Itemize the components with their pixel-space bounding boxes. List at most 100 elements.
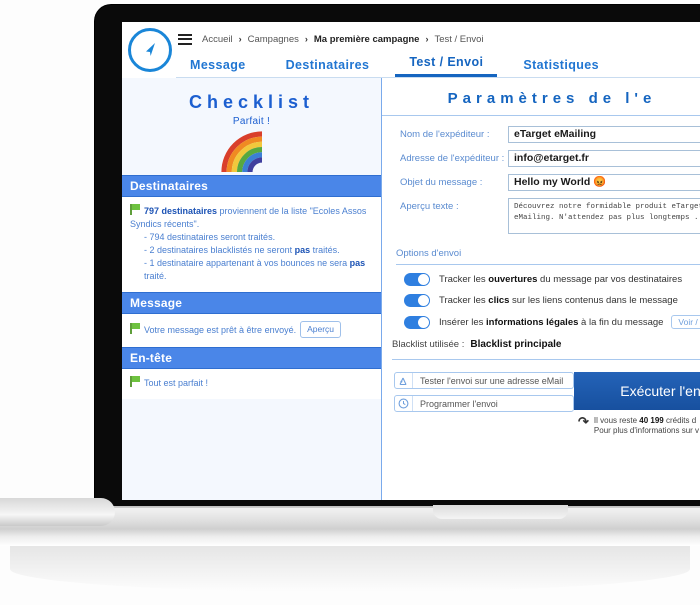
preview-text-textarea[interactable]: Découvrez notre formidable produit eTarg… (508, 198, 700, 234)
entete-status-text: Tout est parfait ! (144, 378, 209, 388)
laptop-trackpad-notch (433, 505, 568, 519)
tab-bar: Message Destinataires Test / Envoi Stati… (176, 50, 700, 78)
refresh-icon: ↷ (578, 414, 589, 429)
label-sender-name: Nom de l'expéditeur : (400, 129, 490, 140)
form-row-sender-address: Adresse de l'expéditeur : (382, 150, 700, 167)
breadcrumb-item-test-envoi: Test / Envoi (434, 33, 484, 45)
label-sender-address: Adresse de l'expéditeur : (400, 153, 505, 164)
breadcrumb-separator: › (238, 34, 242, 44)
option-text-pre: Insérer les (439, 317, 486, 328)
page-title: Paramètres de l'e (447, 90, 657, 107)
form-row-preview-text: Aperçu texte : Découvrez notre formidabl… (382, 198, 700, 234)
checklist-header: Checklist Parfait ! (122, 78, 381, 175)
toggle-track-clicks[interactable] (404, 294, 430, 307)
breadcrumb-separator: › (425, 34, 429, 44)
credits-info: ↷ Il vous reste 40 199 crédits d Pour pl… (578, 414, 699, 436)
credits-line1-post: crédits d (663, 416, 697, 425)
tab-statistiques[interactable]: Statistiques (509, 58, 613, 77)
credits-text: Il vous reste 40 199 crédits d Pour plus… (594, 416, 699, 436)
green-flag-icon (130, 204, 140, 215)
blacklist-row: Blacklist utilisée : Blacklist principal… (382, 339, 700, 350)
blacklist-label: Blacklist utilisée : (392, 339, 465, 350)
option-text-pre: Tracker les (439, 295, 489, 306)
option-text-post: à la fin du message (578, 317, 664, 328)
detail-text: - 794 destinataires seront traités. (144, 232, 276, 242)
option-row-track-clicks: Tracker les clics sur les liens contenus… (382, 294, 700, 307)
option-label-track-clicks: Tracker les clics sur les liens contenus… (439, 295, 678, 306)
sender-address-input[interactable] (508, 150, 700, 167)
checklist-main-line: Votre message est prêt à être envoyé. Ape… (130, 321, 373, 338)
tab-message[interactable]: Message (176, 58, 260, 77)
content-area: Checklist Parfait ! Destinataires 797 de… (122, 78, 700, 500)
blacklist-value[interactable]: Blacklist principale (470, 339, 561, 350)
green-flag-icon (130, 376, 140, 387)
credits-amount: 40 199 (639, 416, 664, 425)
checklist-detail-line: - 794 destinataires seront traités. (130, 231, 373, 244)
toggle-knob (418, 295, 429, 306)
breadcrumb-item-accueil[interactable]: Accueil (202, 34, 233, 45)
toggle-knob (418, 274, 429, 285)
option-row-legal-info: Insérer les informations légales à la fi… (382, 315, 700, 329)
credits-line2: Pour plus d'informations sur v (593, 426, 700, 435)
clock-icon (395, 396, 413, 411)
option-text-bold: ouvertures (488, 274, 538, 285)
breadcrumb-item-campagne[interactable]: Ma première campagne (314, 34, 420, 45)
application-window: Accueil › Campagnes › Ma première campag… (122, 22, 700, 500)
option-row-track-opens: Tracker les ouvertures du message par vo… (382, 273, 700, 286)
toggle-knob (418, 316, 429, 328)
view-modify-legal-button[interactable]: Voir / Mo (671, 315, 700, 329)
breadcrumb-item-campagnes[interactable]: Campagnes (248, 34, 299, 45)
checklist-section-header-destinataires: Destinataires (122, 175, 381, 197)
option-text-bold: clics (488, 295, 510, 306)
tab-destinataires[interactable]: Destinataires (272, 58, 384, 77)
label-preview-text: Aperçu texte : (400, 201, 459, 212)
app-logo[interactable] (128, 28, 172, 72)
detail-text: - 1 destinataire appartenant à vos bounc… (144, 258, 350, 268)
checklist-section-header-entete: En-tête (122, 347, 381, 369)
options-divider (396, 264, 700, 265)
option-label-legal-info: Insérer les informations légales à la fi… (439, 315, 700, 329)
subject-input[interactable] (508, 174, 700, 191)
checklist-section-body-message: Votre message est prêt à être envoyé. Ape… (122, 314, 381, 347)
checklist-section-body-destinataires: 797 destinataires proviennent de la list… (122, 197, 381, 292)
blacklist-divider (392, 359, 700, 360)
checklist-title: Checklist (188, 92, 315, 112)
checklist-main-line: 797 destinataires proviennent de la list… (130, 204, 373, 231)
rainbow-graphic-wrap (122, 129, 381, 175)
checklist-section-header-message: Message (122, 292, 381, 314)
tab-test-envoi[interactable]: Test / Envoi (395, 55, 498, 77)
apercu-button[interactable]: Aperçu (300, 321, 342, 338)
hamburger-icon[interactable] (178, 33, 192, 45)
laptop-screen: Accueil › Campagnes › Ma première campag… (122, 22, 700, 500)
checklist-detail-line: - 2 destinataires blacklistés ne seront … (130, 244, 373, 257)
destinataires-count: 797 destinataires (144, 206, 218, 216)
option-text-pre: Tracker les (439, 274, 489, 285)
credits-line1-pre: Il vous reste (593, 416, 640, 425)
sender-name-input[interactable] (508, 126, 700, 143)
toggle-track-opens[interactable] (404, 273, 430, 286)
schedule-send-button[interactable]: Programmer l'envoi (394, 395, 574, 412)
options-section-label: Options d'envoi (396, 248, 462, 259)
message-status-text: Votre message est prêt à être envoyé. (144, 325, 297, 335)
checklist-section-body-entete: Tout est parfait ! (122, 369, 381, 399)
checklist-subtitle: Parfait ! (232, 116, 271, 127)
laptop-mockup: Accueil › Campagnes › Ma première campag… (0, 0, 700, 605)
option-text-bold: informations légales (486, 317, 579, 328)
execute-send-button[interactable]: Exécuter l'env (574, 372, 700, 410)
breadcrumb-separator: › (304, 34, 308, 44)
execute-send-label: Exécuter l'env (620, 383, 700, 399)
option-text-post: sur les liens contenus dans le message (509, 295, 678, 306)
laptop-reflection (10, 546, 690, 592)
form-row-subject: Objet du message : (382, 174, 700, 191)
navigation-arrow-icon (146, 43, 155, 56)
test-send-button[interactable]: Tester l'envoi sur une adresse eMail (394, 372, 574, 389)
test-send-icon (395, 373, 413, 388)
toggle-legal-info[interactable] (404, 315, 430, 329)
detail-text: - 2 destinataires blacklistés ne seront (144, 245, 295, 255)
checklist-panel: Checklist Parfait ! Destinataires 797 de… (122, 78, 382, 500)
detail-text-end: traité. (144, 271, 167, 281)
detail-text-end: traités. (310, 245, 340, 255)
test-send-label: Tester l'envoi sur une adresse eMail (420, 375, 564, 386)
form-row-sender-name: Nom de l'expéditeur : (382, 126, 700, 143)
detail-emphasis: pas (349, 258, 366, 268)
